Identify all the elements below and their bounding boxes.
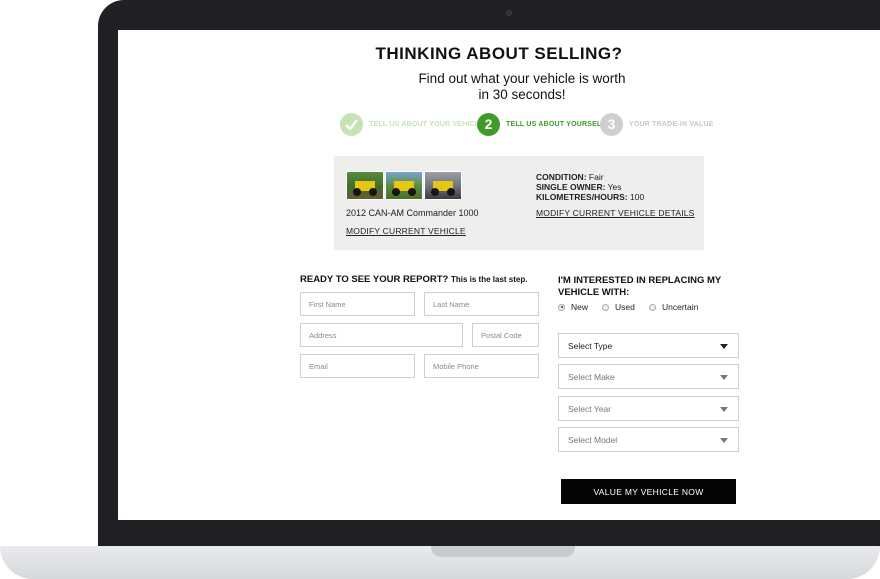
form-heading: READY TO SEE YOUR REPORT? This is the la… (300, 274, 527, 285)
value-my-vehicle-button[interactable]: VALUE MY VEHICLE NOW (561, 479, 736, 504)
select-year-dropdown[interactable]: Select Year (558, 396, 739, 421)
address-input[interactable] (300, 323, 463, 347)
chevron-down-icon (720, 375, 728, 380)
chevron-down-icon (720, 344, 728, 349)
step-3: 3 YOUR TRADE-IN VALUE (600, 112, 714, 136)
chevron-down-icon (720, 407, 728, 412)
step-1[interactable]: TELL US ABOUT YOUR VEHICLE (340, 112, 484, 136)
step-3-label: YOUR TRADE-IN VALUE (629, 120, 714, 128)
step-2-number: 2 (477, 112, 500, 136)
step-3-number: 3 (600, 112, 623, 136)
single-owner-label: SINGLE OWNER: (536, 182, 606, 192)
select-make-dropdown[interactable]: Select Make (558, 364, 739, 389)
vehicle-summary: 2012 CAN-AM Commander 1000 MODIFY CURREN… (334, 156, 704, 250)
vehicle-thumbnail[interactable] (346, 171, 384, 200)
radio-uncertain[interactable]: Uncertain (649, 302, 698, 312)
radio-uncertain-label: Uncertain (662, 302, 699, 312)
single-owner-detail: SINGLE OWNER: Yes (536, 182, 622, 192)
step-2: 2 TELL US ABOUT YOURSELF (477, 112, 606, 136)
interest-heading: I'M INTERESTED IN REPLACING MY VEHICLE W… (558, 275, 722, 298)
select-year-label: Select Year (568, 403, 612, 414)
first-name-input[interactable] (300, 292, 415, 316)
select-model-label: Select Model (568, 434, 618, 445)
step-2-label: TELL US ABOUT YOURSELF (506, 120, 606, 128)
last-name-input[interactable] (424, 292, 539, 316)
modify-details-link[interactable]: MODIFY CURRENT VEHICLE DETAILS (536, 208, 695, 218)
radio-button[interactable] (602, 303, 609, 311)
page-title: THINKING ABOUT SELLING? (375, 44, 623, 63)
page-subtitle: Find out what your vehicle is worth in 3… (394, 71, 650, 103)
chevron-down-icon (720, 438, 728, 443)
single-owner-value: Yes (607, 182, 622, 192)
mobile-phone-input[interactable] (424, 354, 539, 378)
check-icon (340, 112, 363, 136)
condition-label: CONDITION: (536, 172, 587, 182)
step-1-label: TELL US ABOUT YOUR VEHICLE (369, 120, 485, 128)
radio-new-label: New (571, 302, 589, 312)
select-type-dropdown[interactable]: Select Type (558, 333, 739, 358)
vehicle-name: 2012 CAN-AM Commander 1000 (346, 208, 479, 218)
kilometres-label: KILOMETRES/HOURS: (536, 192, 628, 202)
modify-vehicle-link[interactable]: MODIFY CURRENT VEHICLE (346, 226, 466, 236)
radio-new[interactable]: New (558, 302, 588, 312)
email-input[interactable] (300, 354, 415, 378)
form-heading-note: This is the last step. (450, 275, 528, 284)
select-model-dropdown[interactable]: Select Model (558, 427, 739, 452)
condition-value: Fair (588, 172, 604, 182)
radio-button[interactable] (558, 303, 565, 311)
select-make-label: Select Make (568, 371, 615, 382)
subtitle-line-1: Find out what your vehicle is worth (418, 71, 626, 86)
kilometres-detail: KILOMETRES/HOURS: 100 (536, 192, 644, 202)
radio-used-label: Used (615, 302, 635, 312)
condition-detail: CONDITION: Fair (536, 172, 604, 182)
radio-button[interactable] (649, 303, 656, 311)
camera-icon (506, 10, 512, 16)
form-heading-text: READY TO SEE YOUR REPORT? (300, 274, 449, 285)
select-type-label: Select Type (568, 340, 613, 351)
kilometres-value: 100 (630, 192, 645, 202)
postal-code-input[interactable] (472, 323, 539, 347)
laptop-notch (431, 546, 575, 557)
laptop-screen: THINKING ABOUT SELLING? Find out what yo… (118, 30, 880, 520)
radio-used[interactable]: Used (602, 302, 635, 312)
vehicle-thumbnail[interactable] (424, 171, 462, 200)
vehicle-thumbnail[interactable] (385, 171, 423, 200)
subtitle-line-2: in 30 seconds! (478, 87, 566, 102)
